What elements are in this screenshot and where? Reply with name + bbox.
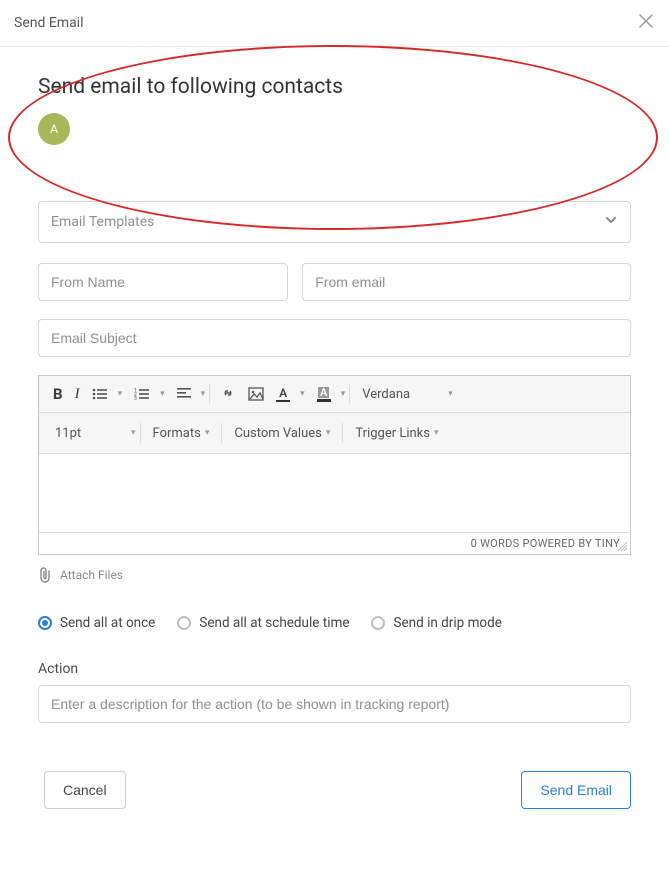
radio-label: Send in drip mode [393, 615, 501, 631]
link-icon [220, 387, 236, 401]
rich-text-editor: B I ▾ 1 2 3 ▾ [38, 375, 631, 555]
text-color-button[interactable]: A [270, 382, 296, 406]
contacts-heading: Send email to following contacts [38, 73, 631, 101]
from-name-input[interactable] [38, 263, 288, 301]
email-templates-select[interactable]: Email Templates [38, 201, 631, 243]
numbered-list-button[interactable]: 1 2 3 [128, 382, 156, 406]
chevron-down-icon[interactable]: ▾ [160, 389, 165, 399]
trigger-links-menu[interactable]: Trigger Links ▾ [347, 421, 446, 445]
bullet-list-icon [92, 387, 108, 401]
toolbar-separator [342, 423, 343, 443]
modal-title: Send Email [14, 15, 84, 31]
radio-icon [38, 616, 52, 630]
editor-word-count: 0 WORDS POWERED BY TINY [471, 537, 620, 550]
chevron-down-icon[interactable]: ▾ [131, 428, 136, 438]
editor-toolbar-row1: B I ▾ 1 2 3 ▾ [39, 376, 630, 413]
radio-send-drip[interactable]: Send in drip mode [371, 615, 501, 631]
font-size-select[interactable]: 11pt [47, 421, 127, 445]
attach-files-label: Attach Files [60, 568, 123, 582]
chevron-down-icon[interactable]: ▾ [341, 389, 346, 399]
close-button[interactable] [639, 14, 653, 32]
formats-menu[interactable]: Formats ▾ [145, 421, 218, 445]
bold-button[interactable]: B [47, 382, 69, 406]
action-label: Action [38, 661, 631, 677]
editor-toolbar-row2: 11pt ▾ Formats ▾ Custom Values ▾ Trigger… [39, 413, 630, 454]
bullet-list-button[interactable] [86, 382, 114, 406]
resize-handle[interactable] [618, 542, 628, 552]
radio-label: Send all at schedule time [199, 615, 349, 631]
subject-row [38, 319, 631, 357]
chevron-down-icon [604, 213, 618, 231]
background-color-button[interactable]: A [311, 382, 337, 406]
chevron-down-icon[interactable]: ▾ [448, 389, 453, 399]
font-family-label: Verdana [362, 387, 410, 402]
radio-icon [371, 616, 385, 630]
chevron-down-icon[interactable]: ▾ [201, 389, 206, 399]
toolbar-separator [349, 384, 350, 404]
form-area: Email Templates B I [38, 201, 631, 809]
align-button[interactable] [171, 382, 197, 406]
chevron-down-icon: ▾ [205, 428, 210, 438]
toolbar-separator [209, 384, 210, 404]
radio-icon [177, 616, 191, 630]
toolbar-separator [140, 423, 141, 443]
editor-content-area[interactable] [39, 454, 630, 532]
contacts-row: A [38, 113, 631, 145]
svg-text:3: 3 [134, 396, 137, 401]
toolbar-separator [221, 423, 222, 443]
numbered-list-icon: 1 2 3 [134, 387, 150, 401]
paperclip-icon [38, 567, 52, 583]
link-button[interactable] [214, 382, 242, 406]
modal-body: Send email to following contacts A Email… [0, 47, 669, 809]
send-email-button[interactable]: Send Email [521, 771, 631, 809]
editor-footer: 0 WORDS POWERED BY TINY [39, 532, 630, 554]
image-button[interactable] [242, 382, 270, 406]
radio-send-schedule[interactable]: Send all at schedule time [177, 615, 349, 631]
attach-files-button[interactable]: Attach Files [38, 567, 123, 583]
align-left-icon [177, 388, 191, 400]
formats-label: Formats [153, 426, 201, 441]
image-icon [248, 387, 264, 401]
custom-values-menu[interactable]: Custom Values ▾ [226, 421, 338, 445]
contact-avatar[interactable]: A [38, 113, 70, 145]
close-icon [639, 14, 653, 28]
chevron-down-icon[interactable]: ▾ [118, 389, 123, 399]
chevron-down-icon: ▾ [326, 428, 331, 438]
chevron-down-icon[interactable]: ▾ [300, 389, 305, 399]
font-size-label: 11pt [55, 426, 81, 441]
custom-values-label: Custom Values [234, 426, 322, 441]
footer-buttons: Cancel Send Email [38, 771, 631, 809]
font-family-select[interactable]: Verdana [354, 382, 444, 406]
from-row [38, 263, 631, 301]
avatar-initial: A [50, 122, 58, 136]
email-subject-input[interactable] [38, 319, 631, 357]
email-templates-placeholder: Email Templates [51, 214, 154, 230]
cancel-button[interactable]: Cancel [44, 771, 126, 809]
from-email-input[interactable] [302, 263, 631, 301]
action-row: Action [38, 661, 631, 723]
italic-button[interactable]: I [69, 382, 86, 406]
send-mode-row: Send all at once Send all at schedule ti… [38, 615, 631, 631]
radio-send-all-at-once[interactable]: Send all at once [38, 615, 155, 631]
trigger-links-label: Trigger Links [355, 426, 430, 441]
modal-header: Send Email [0, 0, 669, 47]
chevron-down-icon: ▾ [434, 428, 439, 438]
radio-label: Send all at once [60, 615, 155, 631]
action-description-input[interactable] [38, 685, 631, 723]
